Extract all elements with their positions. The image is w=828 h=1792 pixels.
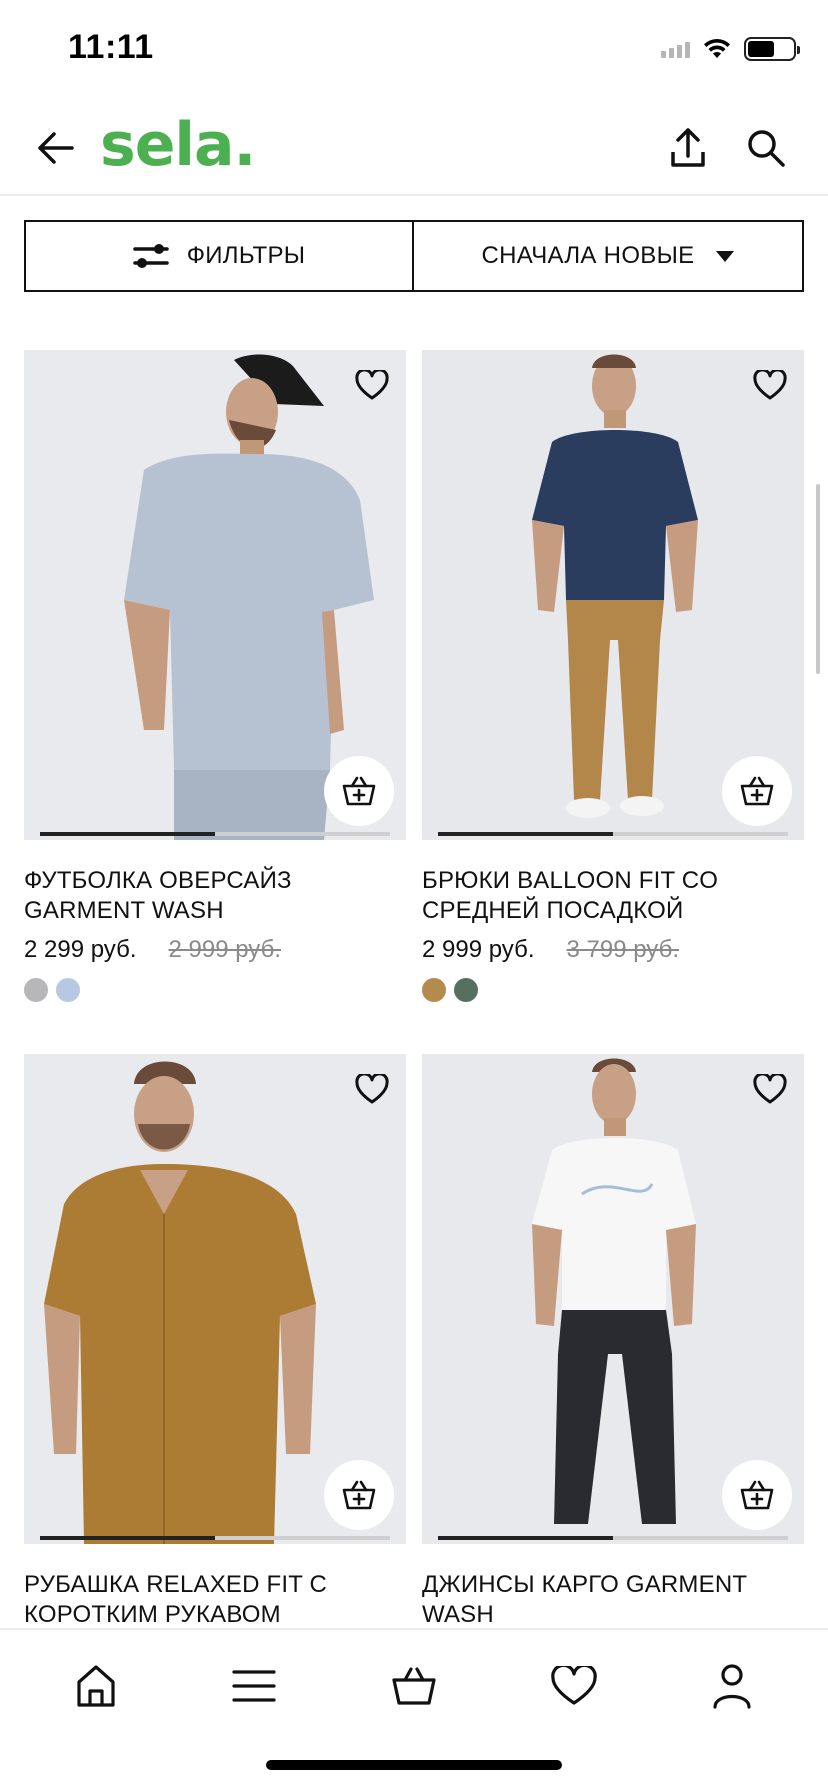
heart-icon	[355, 1074, 389, 1104]
caret-down-icon	[716, 250, 735, 262]
wifi-icon	[704, 38, 730, 58]
basket-icon	[392, 1667, 436, 1705]
image-carousel-indicator	[438, 832, 788, 836]
heart-icon	[753, 370, 787, 400]
image-carousel-indicator	[438, 1536, 788, 1540]
favorite-button[interactable]	[750, 1070, 790, 1108]
sort-dropdown[interactable]: СНАЧАЛА НОВЫЕ	[414, 222, 802, 290]
search-button[interactable]	[744, 126, 788, 170]
status-bar: 11:11	[0, 0, 828, 100]
arrow-left-icon	[38, 132, 74, 164]
home-icon	[77, 1665, 115, 1707]
heart-icon	[753, 1074, 787, 1104]
price-row: 2 299 руб. 2 999 руб.	[24, 936, 406, 964]
product-old-price: 3 799 руб.	[566, 936, 680, 963]
product-old-price: 2 999 руб.	[168, 936, 282, 963]
basket-plus-icon	[740, 776, 774, 806]
product-image[interactable]	[422, 350, 804, 840]
color-swatch[interactable]	[422, 978, 446, 1002]
filters-button[interactable]: ФИЛЬТРЫ	[26, 222, 414, 290]
add-to-cart-button[interactable]	[722, 756, 792, 826]
profile-icon	[713, 1664, 751, 1709]
image-carousel-indicator	[40, 1536, 390, 1540]
add-to-cart-button[interactable]	[324, 756, 394, 826]
product-image[interactable]	[24, 350, 406, 840]
image-carousel-progress	[438, 1536, 613, 1540]
product-price: 2 999 руб.	[422, 936, 535, 963]
app-header: sela.	[0, 100, 828, 196]
sort-label: СНАЧАЛА НОВЫЕ	[481, 242, 695, 269]
filters-label: ФИЛЬТРЫ	[186, 242, 306, 269]
add-to-cart-button[interactable]	[324, 1460, 394, 1530]
status-icons	[661, 36, 800, 62]
color-swatches	[24, 978, 406, 1002]
filter-sort-bar: ФИЛЬТРЫ СНАЧАЛА НОВЫЕ	[24, 220, 804, 292]
scroll-indicator[interactable]	[816, 484, 820, 674]
battery-icon	[744, 37, 800, 61]
tab-cart[interactable]	[384, 1656, 444, 1716]
product-image[interactable]	[422, 1054, 804, 1544]
share-icon	[671, 128, 705, 167]
tab-favorites[interactable]	[544, 1656, 604, 1716]
product-card[interactable]: ДЖИНСЫ КАРГО GARMENT WASH	[422, 1054, 804, 1630]
basket-plus-icon	[342, 1480, 376, 1510]
product-name[interactable]: ДЖИНСЫ КАРГО GARMENT WASH	[422, 1570, 804, 1630]
product-card[interactable]: ФУТБОЛКА ОВЕРСАЙЗ GARMENT WASH 2 299 руб…	[24, 350, 406, 1002]
product-card[interactable]: БРЮКИ BALLOON FIT CO СРЕДНЕЙ ПОСАДКОЙ 2 …	[422, 350, 804, 1002]
image-carousel-progress	[40, 832, 215, 836]
status-time: 11:11	[68, 28, 154, 66]
color-swatch[interactable]	[454, 978, 478, 1002]
favorite-button[interactable]	[352, 1070, 392, 1108]
color-swatches	[422, 978, 804, 1002]
share-button[interactable]	[666, 124, 710, 172]
product-name[interactable]: РУБАШКА RELAXED FIT С КОРОТКИМ РУКАВОМ	[24, 1570, 406, 1630]
favorite-button[interactable]	[352, 366, 392, 404]
price-row: 2 999 руб. 3 799 руб.	[422, 936, 804, 964]
tab-home[interactable]	[66, 1656, 126, 1716]
image-carousel-indicator	[40, 832, 390, 836]
back-button[interactable]	[34, 126, 78, 170]
home-indicator	[266, 1760, 562, 1770]
product-card[interactable]: РУБАШКА RELAXED FIT С КОРОТКИМ РУКАВОМ	[24, 1054, 406, 1630]
filter-sliders-icon	[132, 244, 169, 268]
add-to-cart-button[interactable]	[722, 1460, 792, 1530]
search-icon	[748, 130, 785, 167]
signal-icon	[661, 40, 690, 58]
image-carousel-progress	[40, 1536, 215, 1540]
favorite-button[interactable]	[750, 366, 790, 404]
product-image[interactable]	[24, 1054, 406, 1544]
heart-icon	[551, 1666, 597, 1705]
product-name[interactable]: ФУТБОЛКА ОВЕРСАЙЗ GARMENT WASH	[24, 866, 406, 926]
product-price: 2 299 руб.	[24, 936, 137, 963]
tab-catalog[interactable]	[224, 1656, 284, 1716]
heart-icon	[355, 370, 389, 400]
color-swatch[interactable]	[56, 978, 80, 1002]
menu-icon	[232, 1670, 276, 1702]
tab-profile[interactable]	[702, 1656, 762, 1716]
basket-plus-icon	[740, 1480, 774, 1510]
product-name[interactable]: БРЮКИ BALLOON FIT CO СРЕДНЕЙ ПОСАДКОЙ	[422, 866, 804, 926]
color-swatch[interactable]	[24, 978, 48, 1002]
basket-plus-icon	[342, 776, 376, 806]
image-carousel-progress	[438, 832, 613, 836]
brand-logo[interactable]: sela.	[100, 110, 256, 180]
